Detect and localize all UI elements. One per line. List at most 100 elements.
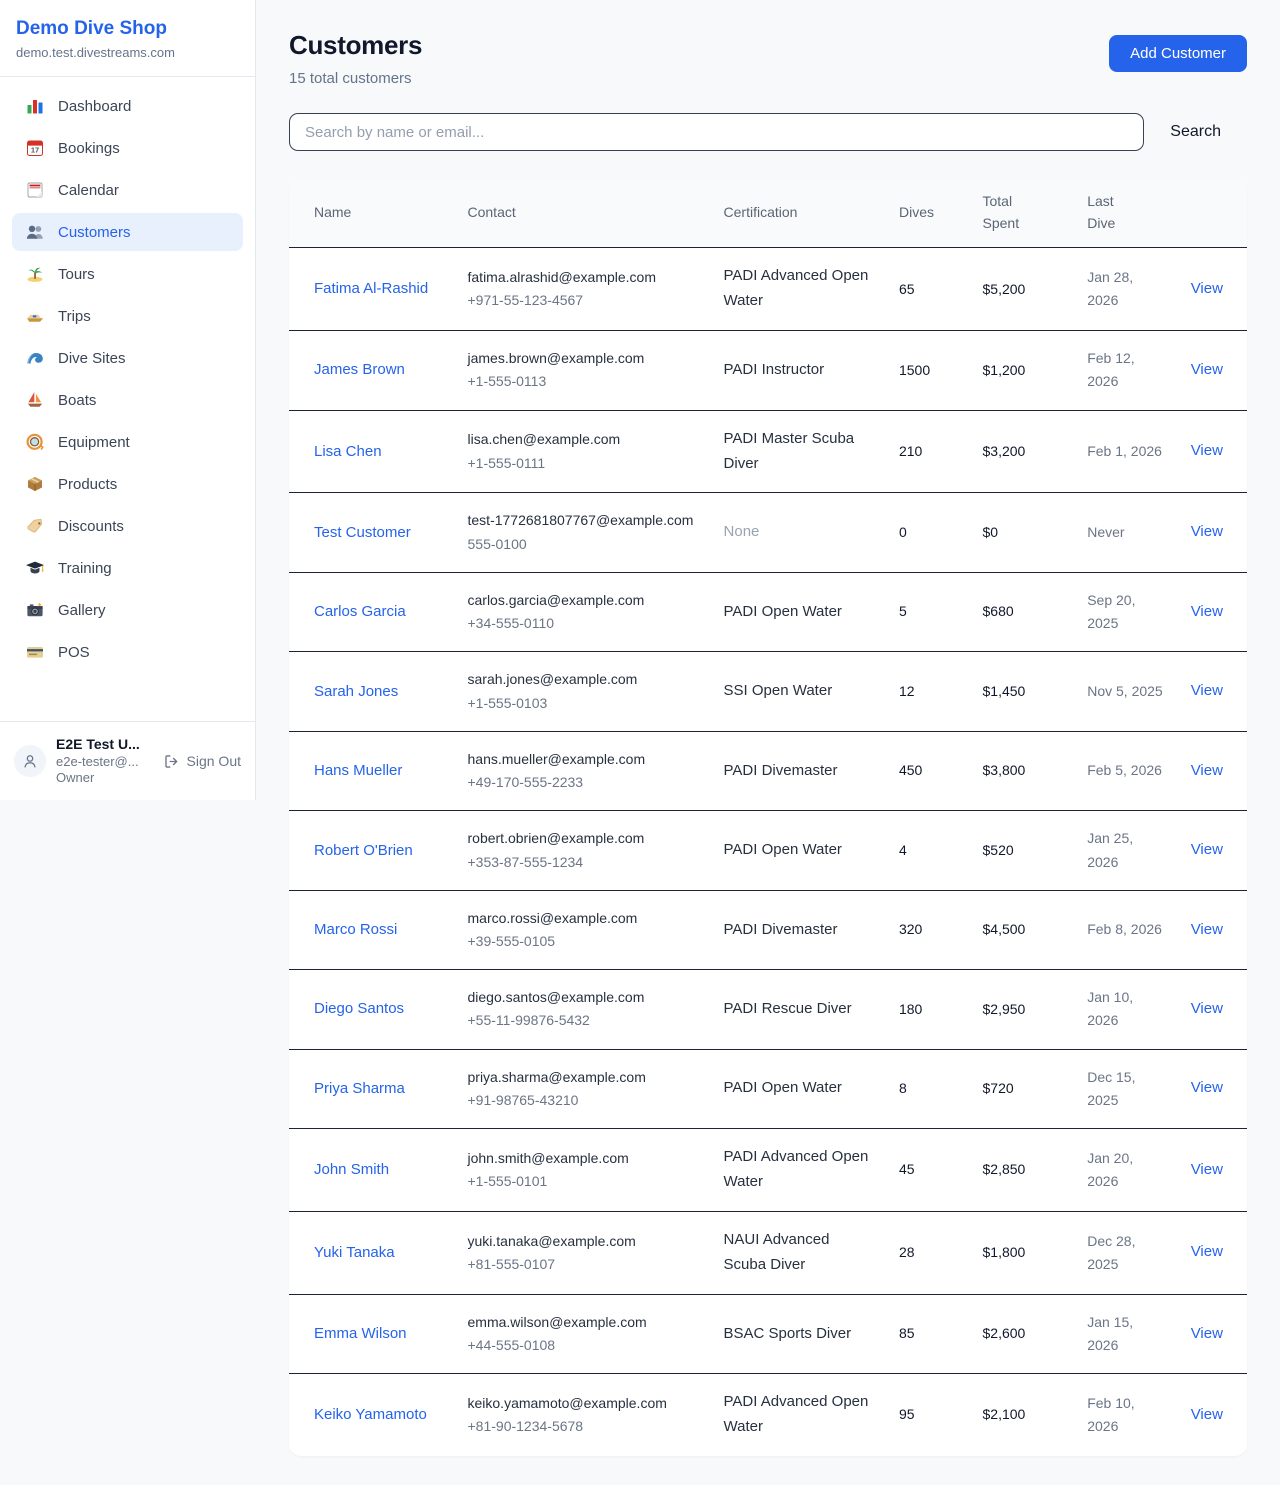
sidebar-item-customers[interactable]: Customers bbox=[12, 213, 243, 251]
customer-dives: 5 bbox=[899, 603, 907, 619]
customer-total-spent: $1,200 bbox=[983, 362, 1026, 378]
sidebar-item-label: POS bbox=[58, 644, 90, 661]
sidebar-item-products[interactable]: Products bbox=[12, 465, 243, 503]
sidebar-item-dive-sites[interactable]: Dive Sites bbox=[12, 339, 243, 377]
tag-icon bbox=[25, 516, 45, 536]
customer-phone: +39-555-0105 bbox=[468, 930, 700, 953]
customer-name-link[interactable]: Keiko Yamamoto bbox=[314, 1406, 427, 1423]
customer-name-link[interactable]: John Smith bbox=[314, 1161, 389, 1178]
calendar-pad-icon bbox=[25, 180, 45, 200]
view-customer-link[interactable]: View bbox=[1191, 442, 1223, 459]
customer-name-link[interactable]: Lisa Chen bbox=[314, 443, 382, 460]
customer-email: robert.obrien@example.com bbox=[468, 827, 700, 850]
customer-certification: None bbox=[724, 523, 760, 540]
island-icon bbox=[25, 264, 45, 284]
customer-name-link[interactable]: Carlos Garcia bbox=[314, 603, 406, 620]
view-customer-link[interactable]: View bbox=[1191, 1325, 1223, 1342]
customer-name-link[interactable]: Fatima Al-Rashid bbox=[314, 280, 428, 297]
customer-dives: 28 bbox=[899, 1244, 915, 1260]
view-customer-link[interactable]: View bbox=[1191, 841, 1223, 858]
sidebar-item-tours[interactable]: Tours bbox=[12, 255, 243, 293]
customer-count: 15 total customers bbox=[289, 70, 422, 87]
view-customer-link[interactable]: View bbox=[1191, 1079, 1223, 1096]
customer-total-spent: $520 bbox=[983, 842, 1014, 858]
view-customer-link[interactable]: View bbox=[1191, 603, 1223, 620]
view-customer-link[interactable]: View bbox=[1191, 1406, 1223, 1423]
search-input[interactable] bbox=[289, 113, 1144, 151]
sailboat-icon bbox=[25, 390, 45, 410]
sign-out-label: Sign Out bbox=[187, 753, 241, 769]
customer-dives: 95 bbox=[899, 1406, 915, 1422]
customer-dives: 85 bbox=[899, 1325, 915, 1341]
customer-total-spent: $3,200 bbox=[983, 443, 1026, 459]
customer-name-link[interactable]: Test Customer bbox=[314, 524, 411, 541]
view-customer-link[interactable]: View bbox=[1191, 682, 1223, 699]
shop-title: Demo Dive Shop bbox=[16, 18, 239, 40]
table-row: Carlos Garcia carlos.garcia@example.com … bbox=[289, 572, 1247, 651]
customer-name-link[interactable]: Emma Wilson bbox=[314, 1325, 407, 1342]
sidebar-item-trips[interactable]: Trips bbox=[12, 297, 243, 335]
sidebar-item-equipment[interactable]: Equipment bbox=[12, 423, 243, 461]
view-customer-link[interactable]: View bbox=[1191, 1000, 1223, 1017]
customer-name-link[interactable]: Yuki Tanaka bbox=[314, 1244, 395, 1261]
customer-name-link[interactable]: Robert O'Brien bbox=[314, 842, 413, 859]
sidebar-item-discounts[interactable]: Discounts bbox=[12, 507, 243, 545]
customer-certification: PADI Open Water bbox=[724, 603, 842, 620]
customer-dives: 4 bbox=[899, 842, 907, 858]
sidebar-item-gallery[interactable]: Gallery bbox=[12, 591, 243, 629]
customer-certification: PADI Divemaster bbox=[724, 921, 838, 938]
view-customer-link[interactable]: View bbox=[1191, 1243, 1223, 1260]
customer-name-link[interactable]: Marco Rossi bbox=[314, 921, 397, 938]
sidebar-item-calendar[interactable]: Calendar bbox=[12, 171, 243, 209]
customer-name-link[interactable]: James Brown bbox=[314, 361, 405, 378]
customer-phone: +34-555-0110 bbox=[468, 612, 700, 635]
sign-out-button[interactable]: Sign Out bbox=[163, 753, 241, 770]
view-customer-link[interactable]: View bbox=[1191, 361, 1223, 378]
customer-last-dive: Dec 28, 2025 bbox=[1087, 1233, 1135, 1272]
view-customer-link[interactable]: View bbox=[1191, 523, 1223, 540]
customer-name-link[interactable]: Diego Santos bbox=[314, 1000, 404, 1017]
table-row: Sarah Jones sarah.jones@example.com +1-5… bbox=[289, 652, 1247, 731]
add-customer-button[interactable]: Add Customer bbox=[1109, 35, 1247, 72]
sidebar-item-pos[interactable]: POS bbox=[12, 633, 243, 671]
customer-dives: 0 bbox=[899, 524, 907, 540]
sidebar-item-dashboard[interactable]: Dashboard bbox=[12, 87, 243, 125]
col-header-dives: Dives bbox=[887, 178, 971, 248]
view-customer-link[interactable]: View bbox=[1191, 762, 1223, 779]
customer-total-spent: $1,800 bbox=[983, 1244, 1026, 1260]
customer-certification: PADI Master Scuba Diver bbox=[724, 430, 855, 472]
table-header-row: Name Contact Certification Dives Total S… bbox=[289, 178, 1247, 248]
view-customer-link[interactable]: View bbox=[1191, 921, 1223, 938]
avatar bbox=[14, 745, 46, 777]
view-customer-link[interactable]: View bbox=[1191, 1161, 1223, 1178]
credit-card-icon bbox=[25, 642, 45, 662]
graduation-cap-icon bbox=[25, 558, 45, 578]
table-row: Test Customer test-1772681807767@example… bbox=[289, 493, 1247, 572]
customer-email: hans.mueller@example.com bbox=[468, 748, 700, 771]
customer-email: fatima.alrashid@example.com bbox=[468, 266, 700, 289]
table-row: Lisa Chen lisa.chen@example.com +1-555-0… bbox=[289, 410, 1247, 493]
customer-total-spent: $720 bbox=[983, 1080, 1014, 1096]
view-customer-link[interactable]: View bbox=[1191, 280, 1223, 297]
diving-mask-icon bbox=[25, 432, 45, 452]
customers-table-card: Name Contact Certification Dives Total S… bbox=[289, 178, 1247, 1456]
customer-name-link[interactable]: Hans Mueller bbox=[314, 762, 402, 779]
sidebar-item-bookings[interactable]: 17Bookings bbox=[12, 129, 243, 167]
customer-email: marco.rossi@example.com bbox=[468, 907, 700, 930]
camera-icon bbox=[25, 600, 45, 620]
sidebar-item-training[interactable]: Training bbox=[12, 549, 243, 587]
customer-phone: +1-555-0111 bbox=[468, 452, 700, 475]
sidebar-item-label: Dive Sites bbox=[58, 350, 126, 367]
sidebar-item-boats[interactable]: Boats bbox=[12, 381, 243, 419]
shop-domain: demo.test.divestreams.com bbox=[16, 45, 239, 60]
user-role: Owner bbox=[56, 770, 153, 786]
customer-phone: 555-0100 bbox=[468, 533, 700, 556]
sidebar-item-label: Training bbox=[58, 560, 112, 577]
sidebar-item-label: Tours bbox=[58, 266, 95, 283]
customer-name-link[interactable]: Sarah Jones bbox=[314, 683, 398, 700]
customer-email: john.smith@example.com bbox=[468, 1147, 700, 1170]
search-button[interactable]: Search bbox=[1144, 123, 1247, 141]
customer-certification: PADI Instructor bbox=[724, 361, 825, 378]
customer-name-link[interactable]: Priya Sharma bbox=[314, 1080, 405, 1097]
table-row: Keiko Yamamoto keiko.yamamoto@example.co… bbox=[289, 1374, 1247, 1456]
